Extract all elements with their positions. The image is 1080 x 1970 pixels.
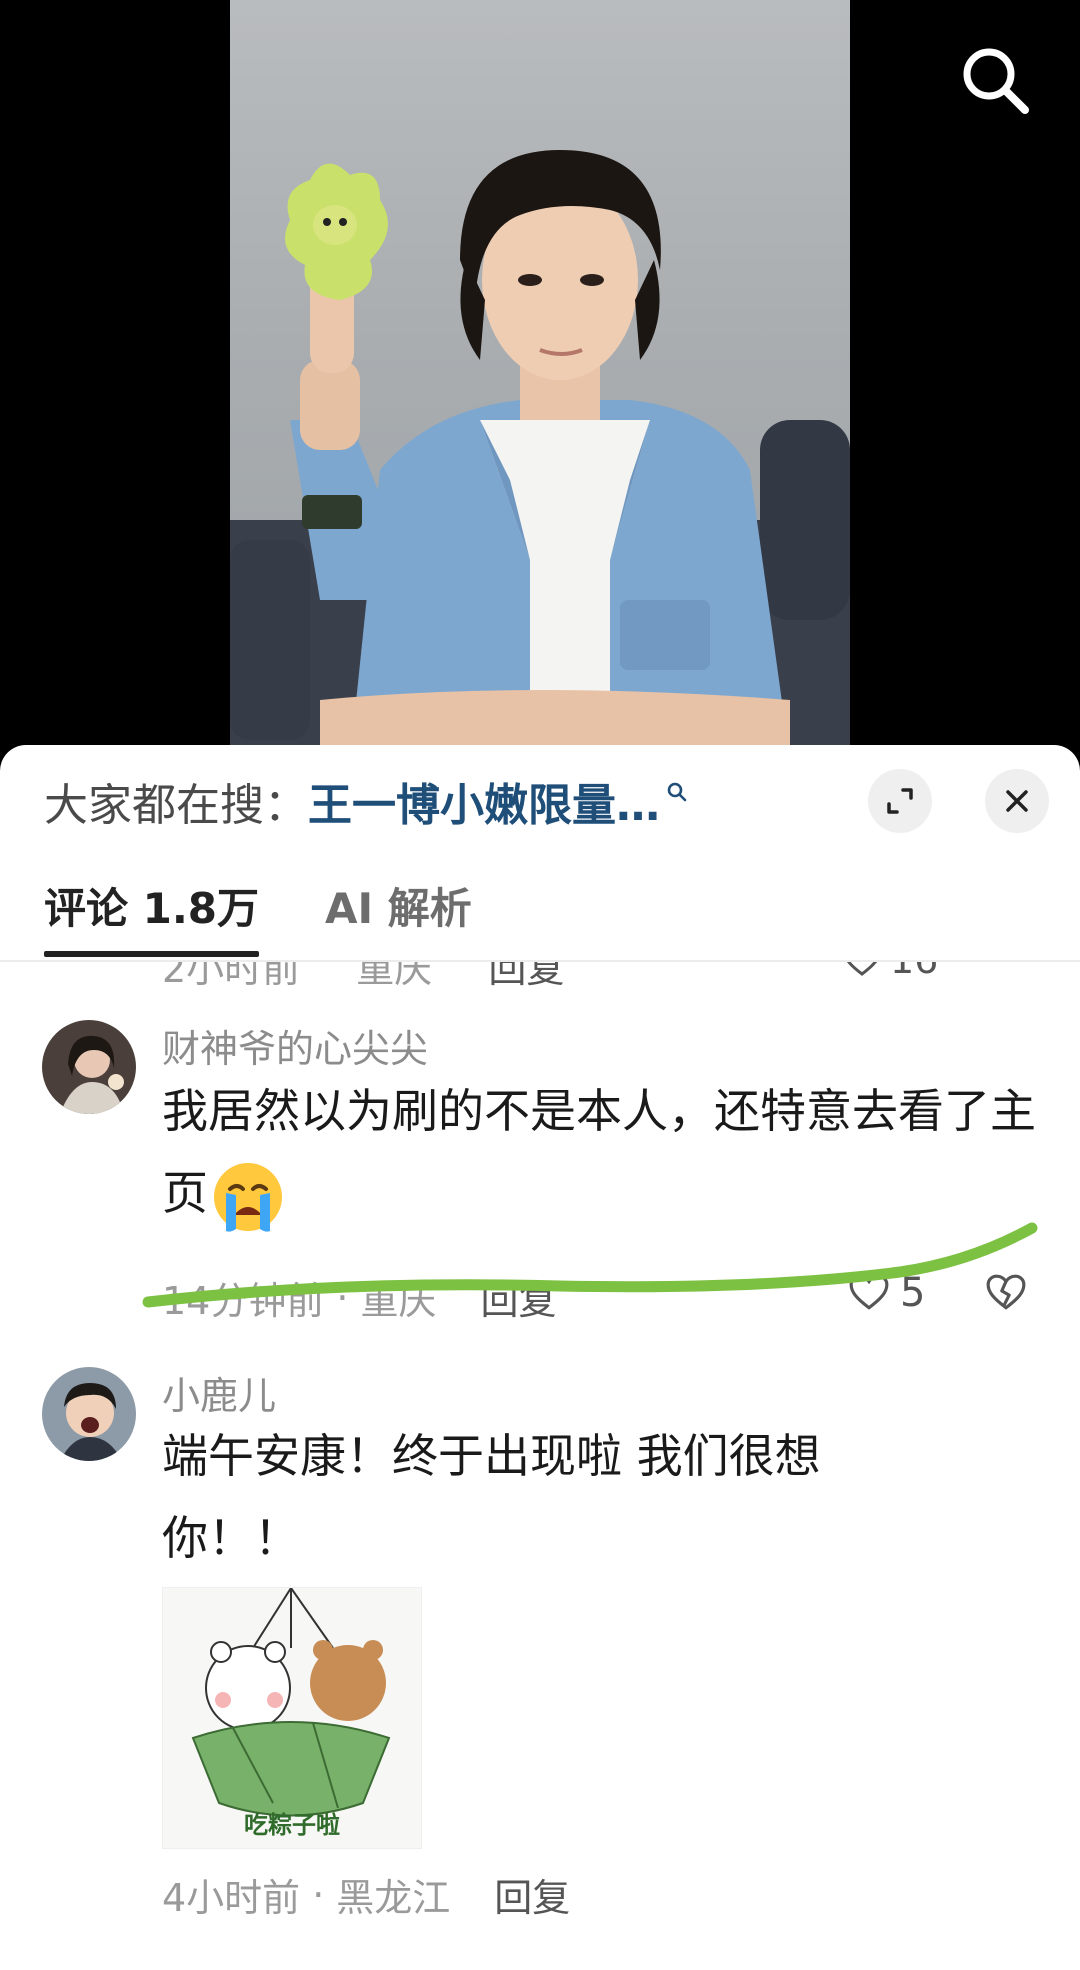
comment-sheet: 大家都在搜： 王一博小嫩限量… 评论 1.8万 AI 解析 2小时前 重庆 回复	[0, 745, 1080, 1970]
close-icon	[1006, 790, 1028, 812]
clipped-comment-meta: 2小时前 重庆 回复 16	[0, 962, 1080, 1022]
comment-meta: 14分钟前 · 重庆 回复	[162, 1270, 556, 1325]
meta-separator: ·	[312, 1872, 325, 1917]
like-button[interactable]: 5	[848, 1270, 925, 1316]
comment-text-body: 我居然以为刷的不是本人，还特意去看了主页	[162, 1084, 1036, 1220]
comment-username[interactable]: 财神爷的心尖尖	[162, 1018, 428, 1073]
small-search-icon	[667, 782, 687, 802]
search-button[interactable]	[955, 40, 1035, 120]
comment-location: 重庆	[360, 1279, 437, 1323]
close-button[interactable]	[985, 769, 1049, 833]
comment-tabs: 评论 1.8万 AI 解析	[44, 875, 538, 965]
avatar[interactable]	[42, 1367, 136, 1461]
broken-heart-icon	[986, 1274, 1026, 1310]
expand-icon	[887, 788, 913, 814]
tab-comments[interactable]: 评论 1.8万	[44, 875, 260, 965]
dislike-button[interactable]	[985, 1272, 1027, 1318]
comment-location: 黑龙江	[336, 1876, 451, 1920]
avatar-image	[42, 1367, 136, 1461]
comment-username[interactable]: 小鹿儿	[162, 1365, 276, 1420]
comment-text: 我居然以为刷的不是本人，还特意去看了主页	[162, 1070, 1042, 1235]
reply-button[interactable]: 回复	[488, 962, 564, 991]
heart-icon	[847, 962, 877, 976]
zongzi-sticker-image: 吃粽子啦	[163, 1587, 421, 1848]
tab-ai-analysis[interactable]: AI 解析	[325, 875, 472, 965]
hot-search-prefix: 大家都在搜：	[44, 780, 308, 831]
comment-time: 4小时前	[162, 1876, 301, 1920]
like-count: 16	[890, 962, 938, 982]
comment-text: 端午安康！终于出现啦 我们很想你！！	[162, 1429, 821, 1565]
meta-separator: ·	[336, 1275, 349, 1320]
reply-button[interactable]: 回复	[480, 1270, 556, 1325]
sticker-caption: 吃粽子啦	[244, 1811, 340, 1839]
comment-location: 重庆	[356, 962, 433, 991]
comment-time: 14分钟前	[162, 1279, 325, 1323]
like-count: 5	[900, 1270, 926, 1316]
avatar[interactable]	[42, 1020, 136, 1114]
video-player[interactable]	[0, 0, 1080, 760]
video-frame	[230, 0, 850, 760]
heart-icon	[849, 1274, 889, 1310]
comment-time: 2小时前	[162, 962, 301, 991]
expand-button[interactable]	[868, 769, 932, 833]
video-still-image	[230, 150, 850, 760]
comment-meta: 4小时前 · 黑龙江 回复	[162, 1867, 570, 1922]
avatar-image	[42, 1020, 136, 1114]
like-button[interactable]: 16	[842, 962, 938, 982]
hot-search-query[interactable]: 王一博小嫩限量…	[308, 769, 660, 833]
search-icon	[963, 48, 1029, 114]
reply-button[interactable]: 回复	[494, 1867, 570, 1922]
crying-emoji-icon	[214, 1162, 282, 1232]
comment-sticker[interactable]: 吃粽子啦	[162, 1587, 422, 1849]
hot-search-bar[interactable]: 大家都在搜： 王一博小嫩限量…	[44, 773, 688, 831]
